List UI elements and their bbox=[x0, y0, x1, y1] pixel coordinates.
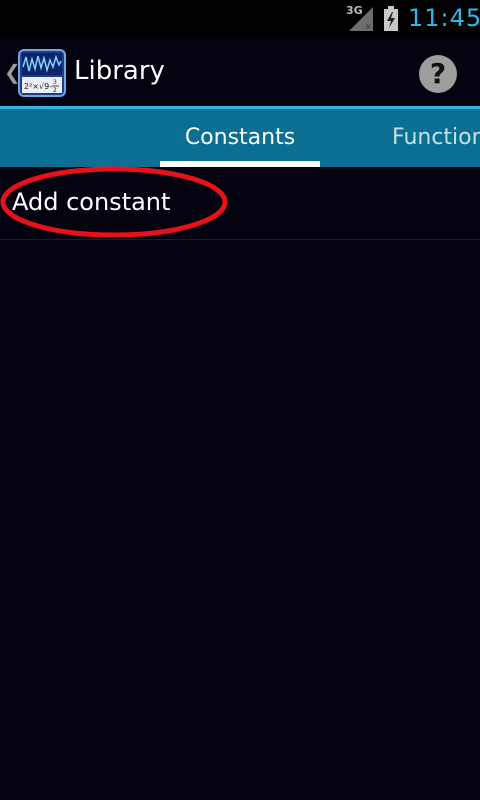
tab-constants[interactable]: Constants bbox=[160, 109, 320, 167]
network-type: 3G bbox=[346, 4, 363, 17]
svg-text:2: 2 bbox=[53, 87, 57, 94]
screen: × 3G 11:45 ❮ 2²×√9- 3 2 Library ? Consta… bbox=[0, 0, 480, 800]
page-title: Library bbox=[74, 56, 165, 86]
help-icon[interactable]: ? bbox=[419, 55, 457, 93]
tab-functions[interactable]: Function bbox=[392, 109, 480, 167]
svg-text:×: × bbox=[365, 22, 372, 31]
battery-icon bbox=[384, 6, 398, 31]
list-item-label: Add constant bbox=[12, 188, 171, 216]
status-bar: × 3G 11:45 bbox=[0, 0, 480, 38]
list-divider bbox=[0, 239, 480, 240]
app-icon[interactable]: 2²×√9- 3 2 bbox=[18, 49, 66, 97]
status-time: 11:45 bbox=[408, 4, 480, 32]
tab-strip: Constants Function bbox=[0, 109, 480, 167]
add-constant-item[interactable]: Add constant bbox=[0, 167, 480, 239]
svg-text:3: 3 bbox=[53, 79, 57, 86]
svg-text:2²×√9-: 2²×√9- bbox=[24, 82, 52, 91]
action-bar: ❮ 2²×√9- 3 2 Library ? bbox=[0, 38, 480, 106]
